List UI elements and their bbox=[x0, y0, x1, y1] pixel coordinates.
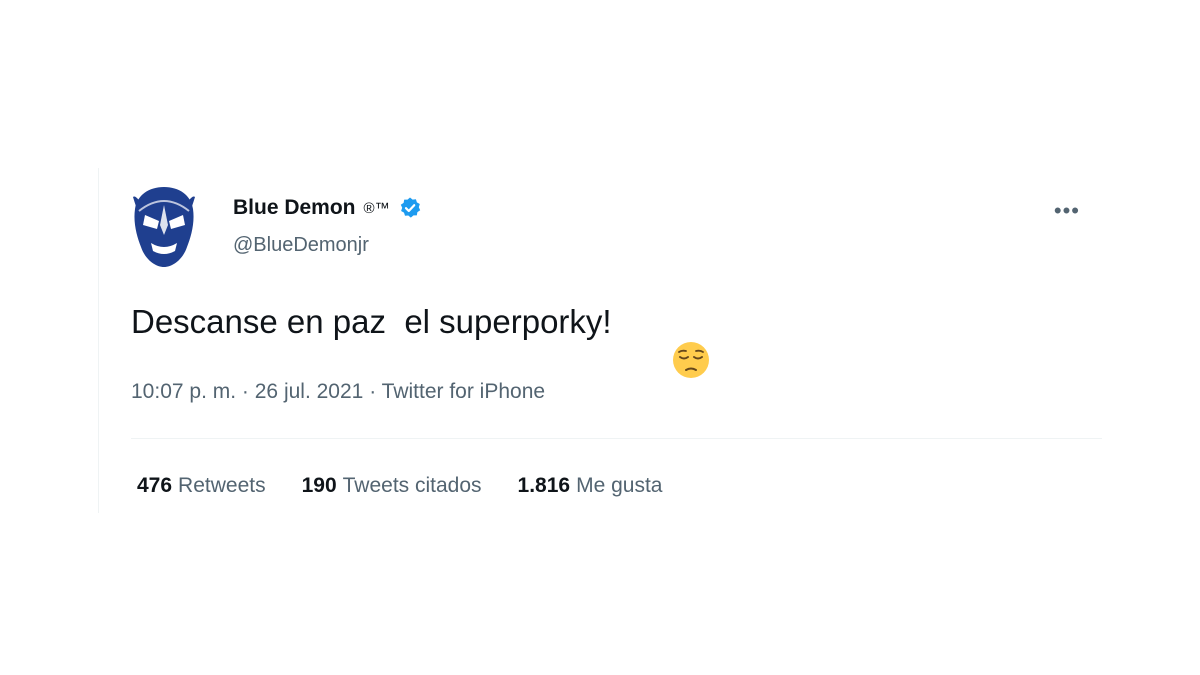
trademark-badge: ®™ bbox=[363, 199, 390, 217]
stat-count: 1.816 bbox=[517, 474, 571, 497]
user-handle[interactable]: @BlueDemonjr bbox=[233, 234, 369, 257]
tweet-text: Descanse en paz el superporky! bbox=[131, 303, 612, 340]
tweet-text-row: Descanse en paz el superporky! bbox=[131, 302, 709, 378]
name-row: Blue Demon ®™ bbox=[233, 196, 422, 220]
quote-tweets-stat[interactable]: 190 Tweets citados bbox=[302, 474, 482, 498]
retweets-stat[interactable]: 476 Retweets bbox=[137, 474, 266, 498]
meta-separator: · bbox=[241, 380, 249, 403]
stat-label: Retweets bbox=[178, 474, 266, 497]
avatar[interactable] bbox=[129, 185, 199, 269]
tweet-meta: 10:07 p. m. · 26 jul. 2021 · Twitter for… bbox=[131, 380, 545, 404]
tweet-stats: 476 Retweets 190 Tweets citados 1.816 Me gu… bbox=[137, 474, 663, 498]
stat-count: 190 bbox=[301, 474, 337, 497]
tweet-time[interactable]: 10:07 p. m. bbox=[131, 380, 236, 403]
tweet-card: Blue Demon ®™ @BlueDemonjr ••• Descanse … bbox=[98, 168, 1102, 513]
tweet-source[interactable]: Twitter for iPhone bbox=[382, 380, 545, 403]
pensive-face-icon bbox=[616, 302, 709, 378]
stat-count: 476 bbox=[137, 474, 173, 497]
more-horizontal-icon[interactable]: ••• bbox=[1054, 198, 1080, 224]
meta-separator: · bbox=[369, 380, 377, 403]
divider bbox=[131, 438, 1102, 439]
blue-demon-mask-icon bbox=[133, 187, 195, 267]
likes-stat[interactable]: 1.816 Me gusta bbox=[518, 474, 663, 498]
tweet-date[interactable]: 26 jul. 2021 bbox=[255, 380, 364, 403]
stat-label: Tweets citados bbox=[342, 474, 482, 497]
verified-badge-icon bbox=[398, 196, 422, 220]
display-name[interactable]: Blue Demon bbox=[233, 196, 356, 220]
stat-label: Me gusta bbox=[576, 474, 663, 497]
